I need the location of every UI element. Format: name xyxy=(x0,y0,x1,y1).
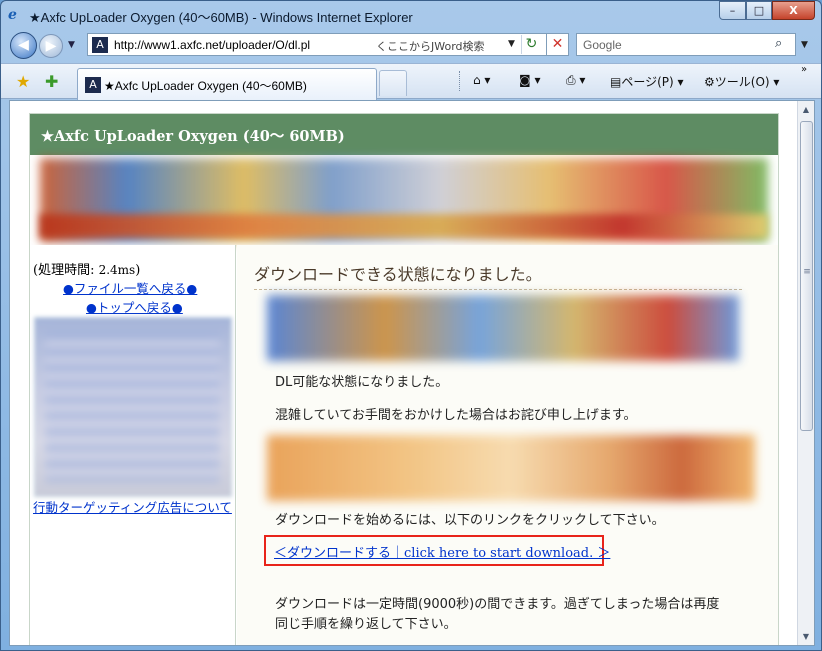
toolbar-separator xyxy=(459,71,461,91)
grip-icon: ≡ xyxy=(803,267,811,277)
sidebar: (処理時間: 2.4ms) ●ファイル一覧へ戻る● ●トップへ戻る● 行動ターゲ… xyxy=(30,245,236,645)
close-button[interactable]: X xyxy=(772,1,815,20)
page-menu-label: ページ(P) xyxy=(621,75,674,89)
refresh-icon[interactable]: ↻ xyxy=(521,35,541,54)
site-title: ★Axfc UpLoader Oxygen (40〜 60MB) xyxy=(41,128,345,145)
page-heading: ダウンロードできる状態になりました。 xyxy=(254,261,742,290)
gear-icon: ⚙ xyxy=(704,75,715,89)
download-link-box: ＜ダウンロードする｜click here to start download. … xyxy=(264,535,610,566)
print-icon[interactable]: ⎙ ▾ xyxy=(566,73,585,88)
repeat-text: 同じ手順を繰り返して下さい。 xyxy=(275,617,457,632)
ie-logo-icon: e xyxy=(8,7,17,23)
page-menu[interactable]: ▤ページ(P) ▾ xyxy=(610,73,684,90)
search-box[interactable]: Google ⌕ xyxy=(576,33,796,56)
address-toolbar: ◀ ▶ ▼ A http://www1.axfc.net/uploader/O/… xyxy=(1,29,821,63)
download-link[interactable]: ＜ダウンロードする｜click here to start download. … xyxy=(274,542,610,561)
address-dropdown-icon[interactable]: ▼ xyxy=(508,39,515,49)
link-file-list[interactable]: ●ファイル一覧へ戻る● xyxy=(63,278,197,297)
web-page: ★Axfc UpLoader Oxygen (40〜 60MB) (処理時間: … xyxy=(29,113,779,645)
sidebar-ad[interactable] xyxy=(34,317,232,497)
home-icon[interactable]: ⌂ ▾ xyxy=(473,73,490,87)
banner-ad-strip xyxy=(40,214,768,238)
history-dropdown-icon[interactable]: ▼ xyxy=(68,40,75,50)
page-icon: ▤ xyxy=(610,75,622,89)
back-button[interactable]: ◀ xyxy=(10,32,37,59)
feeds-icon[interactable]: ◙ ▾ xyxy=(519,73,540,87)
new-tab-button[interactable] xyxy=(379,70,407,96)
address-url[interactable]: http://www1.axfc.net/uploader/O/dl.pl xyxy=(114,38,310,52)
title-bar: e ★Axfc UpLoader Oxygen (40〜60MB) - Wind… xyxy=(1,1,821,29)
maximize-button[interactable]: □ xyxy=(746,1,772,20)
link-top[interactable]: ●トップへ戻る● xyxy=(86,297,183,316)
tab-favicon-icon: A xyxy=(85,77,101,93)
add-favorites-icon[interactable]: ✚ xyxy=(45,72,58,91)
chevron-more-icon[interactable]: » xyxy=(801,64,807,75)
stop-icon[interactable]: ✕ xyxy=(547,33,569,56)
favorites-star-icon[interactable]: ★ xyxy=(16,72,30,91)
time-limit-text: ダウンロードは一定時間(9000秒)の間できます。過ぎてしまった場合は再度 xyxy=(275,597,720,612)
scroll-up-icon[interactable]: ▲ xyxy=(798,101,814,118)
site-header: ★Axfc UpLoader Oxygen (40〜 60MB) xyxy=(30,114,778,155)
content-ad-middle[interactable] xyxy=(267,435,755,501)
processing-time: (処理時間: 2.4ms) xyxy=(33,259,140,278)
tools-menu-label: ツール(O) xyxy=(714,75,770,89)
scrollbar-thumb[interactable]: ≡ xyxy=(800,121,813,431)
tools-menu[interactable]: ⚙ツール(O) ▾ xyxy=(704,73,779,90)
main-content: ダウンロードできる状態になりました。 DL可能な状態になりました。 混雑していて… xyxy=(237,245,778,645)
content-ad-top[interactable] xyxy=(267,295,739,361)
apology-text: 混雑していてお手間をおかけした場合はお詫び申し上げます。 xyxy=(275,408,637,423)
scroll-down-icon[interactable]: ▼ xyxy=(798,628,814,645)
proc-time-close: ) xyxy=(135,263,141,278)
minimize-button[interactable]: – xyxy=(719,1,746,20)
site-favicon-icon: A xyxy=(92,37,108,53)
link-ad-info[interactable]: 行動ターゲッティング広告について xyxy=(33,497,232,516)
instruction-text: ダウンロードを始めるには、以下のリンクをクリックして下さい。 xyxy=(275,513,665,528)
sidebar-ad-content xyxy=(45,332,220,482)
proc-time-label: (処理時間: xyxy=(33,263,99,278)
search-dropdown-icon[interactable]: ▼ xyxy=(801,40,808,50)
search-input[interactable]: Google xyxy=(583,38,622,52)
tab-label: ★Axfc UpLoader Oxygen (40〜60MB) xyxy=(104,79,307,93)
jword-search-hint: くここからJWord検索 xyxy=(376,40,485,53)
page-viewport: ★Axfc UpLoader Oxygen (40〜 60MB) (処理時間: … xyxy=(9,100,815,646)
forward-button[interactable]: ▶ xyxy=(39,34,63,58)
dl-ready-text: DL可能な状態になりました。 xyxy=(275,375,449,390)
search-icon[interactable]: ⌕ xyxy=(775,36,782,51)
vertical-scrollbar[interactable]: ▲ ≡ ▼ xyxy=(797,101,814,645)
address-bar[interactable]: A http://www1.axfc.net/uploader/O/dl.pl … xyxy=(87,33,547,56)
browser-window: e ★Axfc UpLoader Oxygen (40〜60MB) - Wind… xyxy=(0,0,822,651)
window-title: ★Axfc UpLoader Oxygen (40〜60MB) - Window… xyxy=(29,10,413,25)
tab-axfc[interactable]: A ★Axfc UpLoader Oxygen (40〜60MB) xyxy=(77,68,377,100)
tab-command-bar: ★ ✚ A ★Axfc UpLoader Oxygen (40〜60MB) ⌂ … xyxy=(1,63,821,100)
proc-time-value: 2.4ms xyxy=(98,263,136,277)
